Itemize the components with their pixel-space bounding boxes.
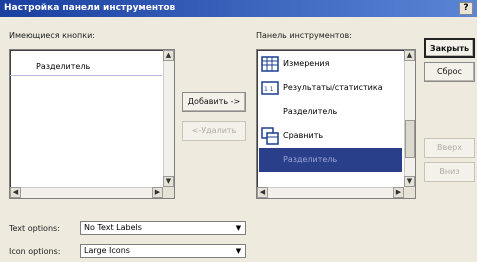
toolbar-item-label: Измерения bbox=[283, 59, 330, 68]
scroll-thumb[interactable] bbox=[405, 120, 415, 158]
move-down-button[interactable]: Вниз bbox=[424, 162, 475, 182]
toolbar-buttons-label: Панель инструментов: bbox=[256, 31, 352, 40]
list-item[interactable]: Разделитель bbox=[10, 58, 162, 76]
scroll-left-icon[interactable]: ◀ bbox=[10, 187, 21, 198]
toolbar-item-separator[interactable]: Разделитель bbox=[259, 100, 402, 124]
icon-options-select[interactable]: Large Icons ▼ bbox=[80, 244, 246, 258]
scroll-right-icon[interactable]: ▶ bbox=[393, 187, 404, 198]
grid-icon bbox=[261, 56, 279, 72]
scroll-up-icon[interactable]: ▲ bbox=[163, 50, 174, 61]
toolbar-item-separator-selected[interactable]: Разделитель bbox=[259, 148, 402, 172]
scroll-down-icon[interactable]: ▼ bbox=[163, 176, 174, 187]
text-options-value: No Text Labels bbox=[84, 223, 142, 232]
customize-toolbar-dialog: Настройка панели инструментов ? Имеющиес… bbox=[0, 0, 477, 262]
window-title: Настройка панели инструментов bbox=[4, 3, 176, 13]
horizontal-scrollbar[interactable]: ◀ ▶ bbox=[10, 187, 163, 198]
move-up-button[interactable]: Вверх bbox=[424, 138, 475, 158]
horizontal-scrollbar[interactable]: ◀ ▶ bbox=[257, 187, 404, 198]
toolbar-item-label: Сравнить bbox=[283, 131, 324, 140]
help-button[interactable]: ? bbox=[459, 2, 473, 15]
toolbar-item-measurements[interactable]: Измерения bbox=[259, 52, 402, 76]
svg-text:1 1: 1 1 bbox=[264, 86, 274, 93]
toolbar-item-statistics[interactable]: 1 1 Результаты/статистика bbox=[259, 76, 402, 100]
available-buttons-label: Имеющиеся кнопки: bbox=[9, 31, 95, 40]
toolbar-item-label: Разделитель bbox=[283, 107, 338, 116]
compare-icon bbox=[261, 127, 279, 145]
reset-button[interactable]: Сброс bbox=[424, 62, 475, 82]
text-options-label: Text options: bbox=[9, 224, 60, 233]
toolbar-item-compare[interactable]: Сравнить bbox=[259, 124, 402, 148]
scroll-down-icon[interactable]: ▼ bbox=[404, 176, 415, 187]
scroll-up-icon[interactable]: ▲ bbox=[404, 50, 415, 61]
title-bar: Настройка панели инструментов ? bbox=[0, 0, 477, 17]
available-buttons-list[interactable]: Разделитель ▲ ▼ ◀ ▶ bbox=[9, 49, 175, 199]
scroll-corner bbox=[404, 187, 415, 198]
toolbar-item-label: Результаты/статистика bbox=[283, 83, 383, 92]
chevron-down-icon[interactable]: ▼ bbox=[233, 223, 244, 233]
vertical-scrollbar[interactable]: ▲ ▼ bbox=[404, 50, 415, 187]
scroll-right-icon[interactable]: ▶ bbox=[152, 187, 163, 198]
chevron-down-icon[interactable]: ▼ bbox=[233, 246, 244, 256]
toolbar-item-label: Разделитель bbox=[283, 155, 338, 164]
add-button[interactable]: Добавить -> bbox=[182, 92, 246, 112]
toolbar-buttons-list[interactable]: Измерения 1 1 Результаты/статистика Разд… bbox=[256, 49, 416, 199]
vertical-scrollbar[interactable]: ▲ ▼ bbox=[163, 50, 174, 187]
text-options-select[interactable]: No Text Labels ▼ bbox=[80, 221, 246, 235]
scroll-left-icon[interactable]: ◀ bbox=[257, 187, 268, 198]
remove-button[interactable]: <-Удалить bbox=[182, 121, 246, 141]
icon-options-label: Icon options: bbox=[9, 247, 61, 256]
icon-options-value: Large Icons bbox=[84, 246, 130, 255]
close-button[interactable]: Закрыть bbox=[424, 38, 475, 58]
scroll-corner bbox=[163, 187, 174, 198]
list-item-label: Разделитель bbox=[36, 62, 91, 71]
stats-icon: 1 1 bbox=[261, 81, 279, 95]
